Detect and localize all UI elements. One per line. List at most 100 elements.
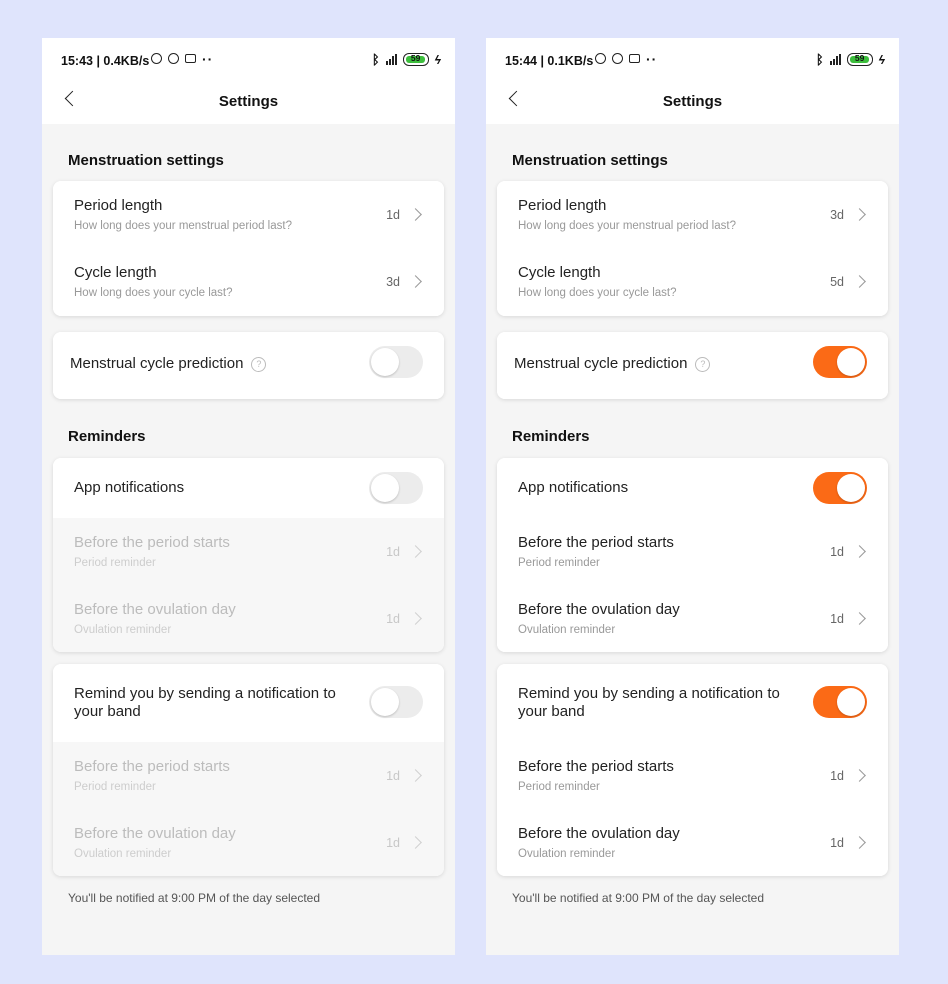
chevron-right-icon (853, 208, 866, 221)
app-before-ovulation-label: Before the ovulation day (518, 601, 680, 618)
app-notifications-toggle[interactable] (369, 472, 423, 504)
signal-icon (829, 54, 841, 65)
section-title-reminders: Reminders (68, 428, 146, 445)
phone-screen-left: 15:43 | 0.4KB/s ·· ᛒ 59 ϟ Settings Menst… (42, 38, 455, 955)
prediction-card: Menstrual cycle prediction? (53, 332, 444, 399)
app-before-period-hint: Period reminder (74, 557, 156, 569)
band-before-period-hint: Period reminder (74, 781, 156, 793)
app-notifications-row: App notifications (497, 458, 888, 518)
band-before-period-hint: Period reminder (518, 781, 600, 793)
nav-bar: Settings (42, 86, 455, 124)
status-time: 15:43 | 0.4KB/s (61, 54, 150, 68)
nav-bar: Settings (486, 86, 899, 124)
record-icon (612, 53, 623, 64)
period-length-label: Period length (74, 197, 163, 214)
cycle-length-label: Cycle length (518, 264, 601, 281)
prediction-card: Menstrual cycle prediction? (497, 332, 888, 399)
band-before-ovulation-hint: Ovulation reminder (518, 848, 616, 860)
band-before-period-label: Before the period starts (74, 758, 230, 775)
section-title-menstruation: Menstruation settings (512, 152, 668, 169)
chevron-right-icon (409, 275, 422, 288)
app-before-ovulation-row[interactable]: Before the ovulation day Ovulation remin… (53, 585, 444, 652)
band-reminders-card: Remind you by sending a notification to … (53, 664, 444, 876)
band-notification-row: Remind you by sending a notification to … (53, 664, 444, 742)
app-before-ovulation-label: Before the ovulation day (74, 601, 236, 618)
band-before-period-label: Before the period starts (518, 758, 674, 775)
alarm-icon (595, 53, 606, 64)
section-title-reminders: Reminders (512, 428, 590, 445)
prediction-label: Menstrual cycle prediction (70, 355, 244, 372)
band-before-period-row[interactable]: Before the period starts Period reminder… (53, 742, 444, 809)
more-dots-icon: ·· (646, 50, 658, 67)
footer-note: You'll be notified at 9:00 PM of the day… (68, 891, 321, 905)
app-notifications-label: App notifications (518, 479, 629, 496)
record-icon (168, 53, 179, 64)
period-length-row[interactable]: Period length How long does your menstru… (53, 181, 444, 248)
prediction-toggle[interactable] (369, 346, 423, 378)
band-notification-toggle[interactable] (813, 686, 867, 718)
app-before-ovulation-value: 1d (830, 612, 844, 626)
chevron-right-icon (409, 612, 422, 625)
phone-screen-right: 15:44 | 0.1KB/s ·· ᛒ 59 ϟ Settings Menst… (486, 38, 899, 955)
period-length-label: Period length (518, 197, 607, 214)
prediction-row: Menstrual cycle prediction? (53, 332, 444, 399)
app-reminders-card: App notifications Before the period star… (53, 458, 444, 652)
app-before-ovulation-row[interactable]: Before the ovulation day Ovulation remin… (497, 585, 888, 652)
cycle-length-hint: How long does your cycle last? (518, 287, 677, 299)
band-before-ovulation-value: 1d (830, 836, 844, 850)
app-notifications-toggle[interactable] (813, 472, 867, 504)
prediction-toggle[interactable] (813, 346, 867, 378)
band-before-period-row[interactable]: Before the period starts Period reminder… (497, 742, 888, 809)
chevron-right-icon (853, 612, 866, 625)
app-before-period-value: 1d (830, 545, 844, 559)
section-title-menstruation: Menstruation settings (68, 152, 224, 169)
chevron-right-icon (409, 545, 422, 558)
app-before-period-hint: Period reminder (518, 557, 600, 569)
band-before-ovulation-value: 1d (386, 836, 400, 850)
bluetooth-icon: ᛒ (371, 52, 380, 67)
cycle-length-row[interactable]: Cycle length How long does your cycle la… (497, 248, 888, 316)
more-dots-icon: ·· (202, 50, 214, 67)
chevron-right-icon (409, 208, 422, 221)
app-before-ovulation-hint: Ovulation reminder (74, 624, 172, 636)
band-before-ovulation-hint: Ovulation reminder (74, 848, 172, 860)
chevron-right-icon (409, 769, 422, 782)
period-length-value: 3d (830, 208, 844, 222)
charging-icon: ϟ (434, 52, 441, 67)
app-before-period-row[interactable]: Before the period starts Period reminder… (53, 518, 444, 585)
band-before-period-value: 1d (830, 769, 844, 783)
help-icon[interactable]: ? (251, 357, 267, 372)
charging-icon: ϟ (878, 52, 885, 67)
chevron-right-icon (409, 836, 422, 849)
page-title: Settings (218, 93, 279, 110)
chevron-right-icon (853, 545, 866, 558)
battery-icon: 59 (846, 53, 873, 66)
band-before-ovulation-label: Before the ovulation day (74, 825, 236, 842)
cycle-length-row[interactable]: Cycle length How long does your cycle la… (53, 248, 444, 316)
mail-icon (185, 54, 196, 63)
help-icon[interactable]: ? (695, 357, 711, 372)
prediction-label: Menstrual cycle prediction (514, 355, 688, 372)
status-bar: 15:44 | 0.1KB/s ·· ᛒ 59 ϟ (486, 38, 899, 86)
cycle-length-label: Cycle length (74, 264, 157, 281)
app-reminders-card: App notifications Before the period star… (497, 458, 888, 652)
band-notification-toggle[interactable] (369, 686, 423, 718)
page-title: Settings (662, 93, 723, 110)
signal-icon (385, 54, 397, 65)
app-before-period-row[interactable]: Before the period starts Period reminder… (497, 518, 888, 585)
app-notifications-row: App notifications (53, 458, 444, 518)
bluetooth-icon: ᛒ (815, 52, 824, 67)
prediction-row: Menstrual cycle prediction? (497, 332, 888, 399)
app-before-period-value: 1d (386, 545, 400, 559)
period-length-row[interactable]: Period length How long does your menstru… (497, 181, 888, 248)
chevron-right-icon (853, 769, 866, 782)
app-before-period-label: Before the period starts (518, 534, 674, 551)
band-before-ovulation-row[interactable]: Before the ovulation day Ovulation remin… (497, 809, 888, 876)
status-time: 15:44 | 0.1KB/s (505, 54, 594, 68)
band-reminders-card: Remind you by sending a notification to … (497, 664, 888, 876)
band-before-ovulation-row[interactable]: Before the ovulation day Ovulation remin… (53, 809, 444, 876)
band-notification-label: Remind you by sending a notification to … (74, 685, 336, 720)
mail-icon (629, 54, 640, 63)
band-notification-row: Remind you by sending a notification to … (497, 664, 888, 742)
cycle-length-value: 3d (386, 275, 400, 289)
